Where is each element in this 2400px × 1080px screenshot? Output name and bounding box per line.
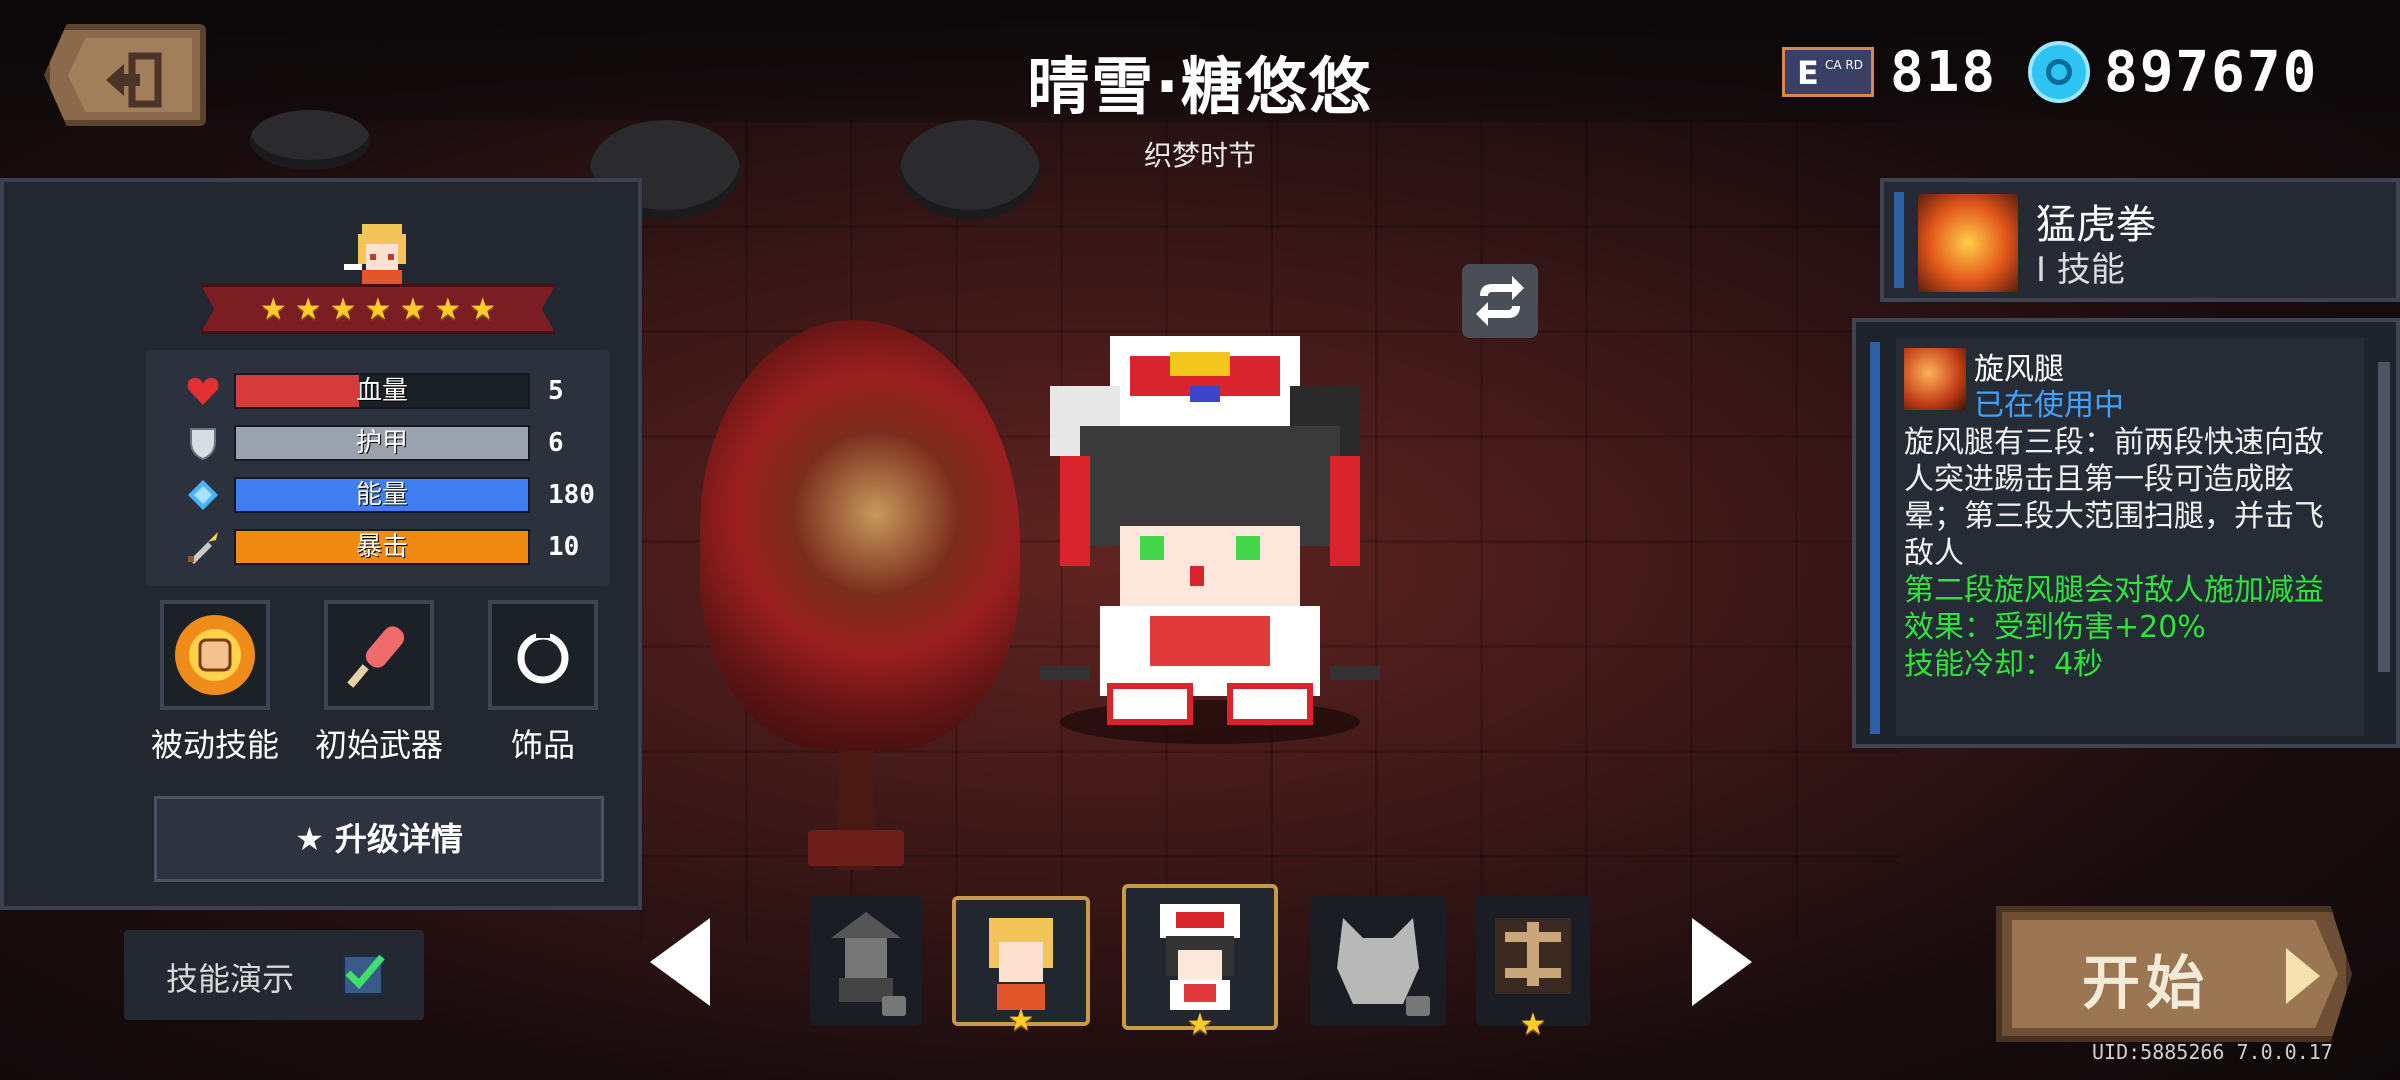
hero-slot-lion-dance[interactable]: ★ bbox=[1122, 884, 1278, 1042]
star-icon: ★ bbox=[469, 291, 497, 327]
start-label: 开始 bbox=[2082, 949, 2211, 1017]
hero-slot-wolf[interactable] bbox=[1310, 896, 1446, 1026]
tiger-fist-skill-icon bbox=[1918, 194, 2018, 292]
star-icon: ★ bbox=[1186, 1007, 1214, 1042]
witch-hero-portrait bbox=[831, 912, 901, 1002]
star-icon: ★ bbox=[294, 291, 322, 327]
skill-demo-toggle[interactable]: 技能演示 bbox=[124, 930, 424, 1020]
star-icon: ★ bbox=[1519, 1007, 1547, 1042]
starting-weapon-slot[interactable] bbox=[324, 600, 434, 710]
accessory-label: 饰品 bbox=[510, 726, 575, 764]
gem-count: 897670 bbox=[2104, 39, 2319, 105]
play-arrow-icon bbox=[2286, 948, 2320, 1004]
uid-version: UID:5885266 7.0.0.17 bbox=[2092, 1040, 2333, 1064]
lion-dance-hero-portrait bbox=[1160, 904, 1240, 1010]
ring-icon bbox=[517, 630, 569, 684]
skill-demo-checkbox[interactable] bbox=[342, 954, 385, 996]
accessory-slot[interactable] bbox=[488, 600, 598, 710]
dagger-icon bbox=[184, 528, 222, 566]
crit-bar: 暴击 bbox=[234, 529, 530, 565]
health-value: 5 bbox=[548, 376, 564, 406]
stats-box: 血量 5 护甲 6 能量 180 暴击 10 bbox=[146, 350, 610, 586]
lock-icon bbox=[882, 996, 906, 1016]
start-button[interactable]: 开始 bbox=[1996, 906, 2352, 1042]
star-icon: ★ bbox=[364, 291, 392, 327]
gem-currency: 897670 bbox=[2028, 39, 2319, 105]
whirlwind-kick-icon bbox=[1904, 348, 1966, 410]
passive-skill-label: 被动技能 bbox=[150, 726, 279, 764]
blonde-hero-portrait bbox=[989, 918, 1053, 1010]
passive-skill-slot[interactable] bbox=[160, 600, 270, 710]
star-icon: ★ bbox=[1007, 1003, 1035, 1038]
energy-bar: 能量 bbox=[234, 477, 530, 513]
skill-level: Ⅰ 技能 bbox=[2036, 250, 2125, 290]
hero-slot-martial[interactable]: ★ bbox=[1476, 896, 1590, 1042]
health-bar: 血量 bbox=[234, 373, 530, 409]
hero-character-sprite bbox=[1040, 336, 1380, 725]
skill-header-card[interactable]: 猛虎拳 Ⅰ 技能 bbox=[1880, 178, 2400, 302]
checkmark-icon bbox=[345, 954, 385, 990]
skill-description: 旋风腿有三段：前两段快速向敌人突进踢击且第一段可造成眩晕；第三段大范围扫腿，并击… bbox=[1904, 425, 2324, 682]
star-rating: ★ ★ ★ ★ ★ ★ ★ bbox=[200, 284, 556, 334]
fist-icon bbox=[175, 615, 255, 695]
next-hero-arrow[interactable] bbox=[1692, 918, 1752, 1006]
martial-hero-portrait bbox=[1495, 918, 1571, 994]
crystal-icon bbox=[184, 476, 222, 514]
wolf-hero-portrait bbox=[1337, 918, 1419, 1004]
heart-icon bbox=[184, 372, 222, 410]
lock-icon bbox=[1406, 996, 1430, 1016]
stat-crit: 暴击 10 bbox=[184, 528, 579, 566]
stat-energy: 能量 180 bbox=[184, 476, 595, 514]
stat-health: 血量 5 bbox=[184, 372, 564, 410]
hero-slot-witch[interactable] bbox=[810, 896, 922, 1026]
armor-bar: 护甲 bbox=[234, 425, 530, 461]
card-count: 818 bbox=[1890, 39, 1998, 105]
skill-scrollbar[interactable] bbox=[2378, 362, 2390, 672]
shield-icon bbox=[184, 424, 222, 462]
tree-pot bbox=[808, 830, 904, 866]
swap-icon bbox=[1476, 276, 1524, 326]
skin-subtitle: 织梦时节 bbox=[1143, 139, 1256, 172]
skill-in-use-status: 已在使用中 bbox=[1974, 388, 2124, 423]
skill-bonus: 第二段旋风腿会对敌人施加减益效果：受到伤害+20% bbox=[1904, 573, 2324, 645]
energy-value: 180 bbox=[548, 480, 595, 510]
star-icon: ★ bbox=[329, 291, 357, 327]
armor-value: 6 bbox=[548, 428, 564, 458]
skill-demo-label: 技能演示 bbox=[166, 960, 295, 998]
card-currency: E CA RD 818 bbox=[1782, 39, 1998, 105]
star-icon: ★ bbox=[259, 291, 287, 327]
popsicle-weapon-icon bbox=[347, 626, 405, 688]
crit-value: 10 bbox=[548, 532, 580, 562]
stat-armor: 护甲 6 bbox=[184, 424, 564, 462]
hero-avatar bbox=[344, 224, 406, 286]
swap-skin-button[interactable] bbox=[1462, 264, 1538, 338]
hero-slot-blonde[interactable]: ★ bbox=[952, 896, 1090, 1038]
upgrade-details-button[interactable]: ★ 升级详情 bbox=[154, 796, 604, 882]
star-icon: ★ bbox=[434, 291, 462, 327]
star-icon: ★ bbox=[399, 291, 427, 327]
gem-icon bbox=[2028, 41, 2090, 103]
skill-detail-card: 旋风腿 已在使用中 旋风腿有三段：前两段快速向敌人突进踢击且第一段可造成眩晕；第… bbox=[1852, 318, 2400, 748]
prev-hero-arrow[interactable] bbox=[650, 918, 710, 1006]
starting-weapon-label: 初始武器 bbox=[314, 726, 443, 764]
card-icon: E CA RD bbox=[1782, 47, 1874, 97]
skill-cooldown: 技能冷却：4秒 bbox=[1904, 647, 2104, 682]
